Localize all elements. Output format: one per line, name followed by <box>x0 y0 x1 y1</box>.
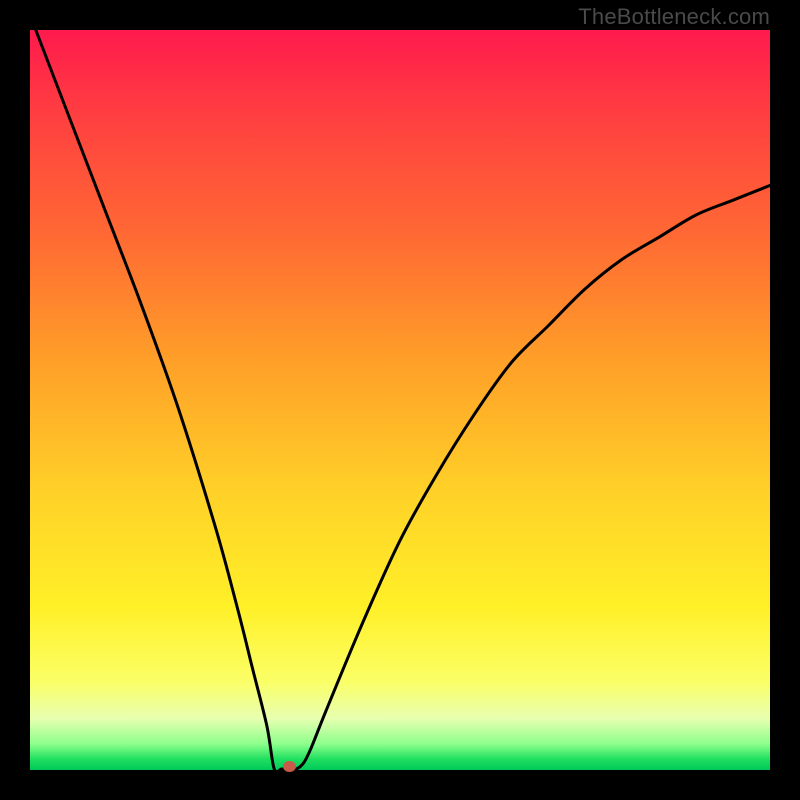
plot-area <box>30 30 770 770</box>
bottleneck-curve <box>30 30 770 770</box>
bottleneck-curve-path <box>30 30 770 770</box>
watermark-text: TheBottleneck.com <box>578 4 770 30</box>
plot-frame <box>30 30 770 770</box>
minimum-marker <box>283 761 296 772</box>
